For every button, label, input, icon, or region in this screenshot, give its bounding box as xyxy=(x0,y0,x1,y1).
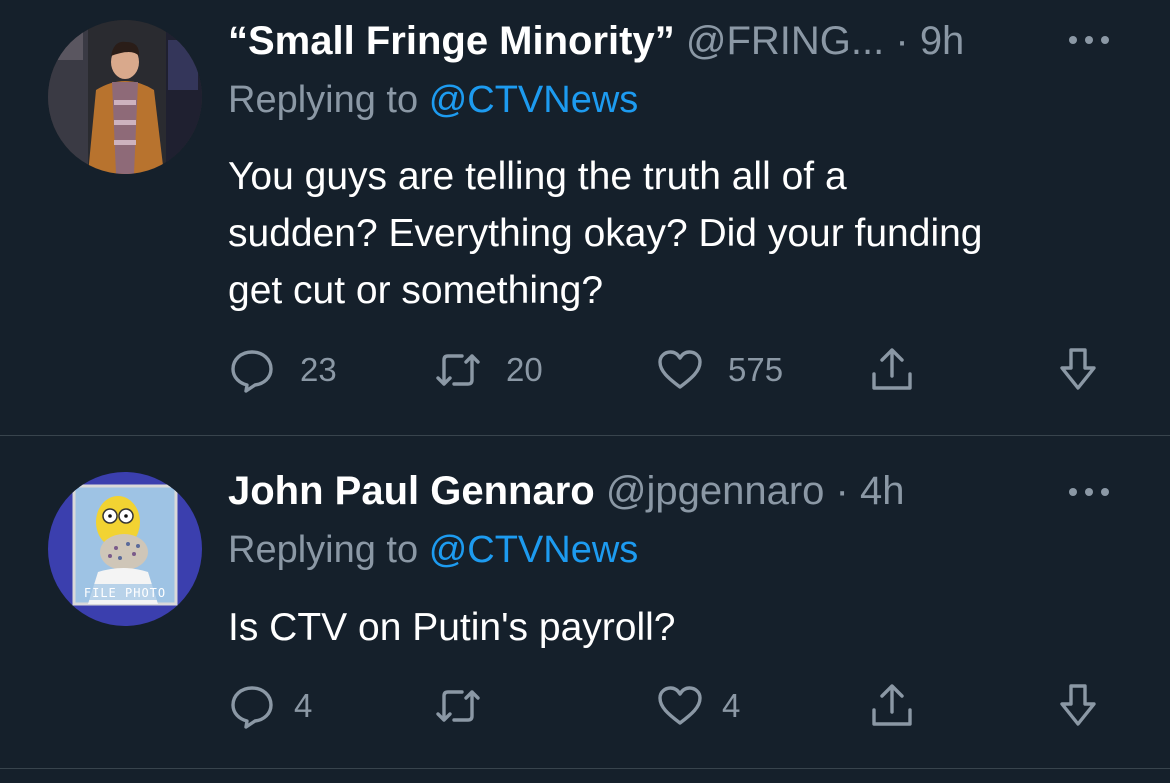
more-icon xyxy=(1069,488,1109,496)
separator: · xyxy=(835,469,849,513)
tweet-feed: “Small Fringe Minority” @FRING... · 9h R… xyxy=(0,0,1170,783)
display-name[interactable]: “Small Fringe Minority” xyxy=(228,19,675,63)
download-icon xyxy=(1060,684,1096,726)
share-icon xyxy=(872,684,912,726)
reply-icon xyxy=(231,350,273,393)
reply-button[interactable]: 4 xyxy=(228,681,312,731)
action-bar: 23 20 575 xyxy=(228,345,1108,395)
replying-to-label: Replying to xyxy=(228,79,419,121)
action-bar: 4 4 xyxy=(228,681,1108,731)
user-handle[interactable]: @FRING... xyxy=(686,19,884,63)
retweet-button[interactable]: 20 xyxy=(434,345,543,395)
tweet-header: John Paul Gennaro @jpgennaro · 4h xyxy=(228,466,1020,516)
share-button[interactable] xyxy=(868,345,916,395)
avatar[interactable] xyxy=(48,20,202,174)
download-button[interactable] xyxy=(1054,345,1102,395)
separator: · xyxy=(895,19,909,63)
like-count: 4 xyxy=(722,687,741,724)
timestamp[interactable]: 9h xyxy=(920,19,965,63)
tweet-text: You guys are telling the truth all of a … xyxy=(228,148,1128,319)
tweet-text-line: You guys are telling the truth all of a xyxy=(228,155,847,198)
share-icon xyxy=(872,348,912,390)
person-in-coat-avatar xyxy=(48,20,202,174)
retweet-icon xyxy=(436,354,480,386)
more-options-button[interactable] xyxy=(1064,482,1114,502)
mention-link[interactable]: @CTVNews xyxy=(429,529,639,571)
more-icon xyxy=(1069,36,1109,44)
retweet-count: 20 xyxy=(506,351,543,388)
avatar[interactable]: FILE PHOTO xyxy=(48,472,202,626)
retweet-button[interactable] xyxy=(434,681,500,731)
tweet[interactable]: “Small Fringe Minority” @FRING... · 9h R… xyxy=(0,0,1170,435)
like-button[interactable]: 575 xyxy=(656,345,783,395)
replying-to: Replying to @CTVNews xyxy=(228,76,638,124)
more-options-button[interactable] xyxy=(1064,30,1114,50)
like-count: 575 xyxy=(728,351,784,388)
reply-count: 23 xyxy=(300,351,337,388)
like-button[interactable]: 4 xyxy=(656,681,740,731)
download-icon xyxy=(1060,348,1096,390)
display-name[interactable]: John Paul Gennaro xyxy=(228,469,595,513)
tweet-text-line: sudden? Everything okay? Did your fundin… xyxy=(228,212,983,255)
replying-to-label: Replying to xyxy=(228,529,419,571)
reply-button[interactable]: 23 xyxy=(228,345,337,395)
replying-to: Replying to @CTVNews xyxy=(228,526,638,574)
cartoon-character-avatar xyxy=(48,472,202,626)
avatar-caption: FILE PHOTO xyxy=(83,586,167,600)
user-handle[interactable]: @jpgennaro xyxy=(606,469,825,513)
divider xyxy=(0,768,1170,769)
like-icon xyxy=(658,686,702,725)
tweet[interactable]: FILE PHOTO John Paul Gennaro @jpgennaro … xyxy=(0,436,1170,768)
retweet-icon xyxy=(436,690,480,722)
reply-count: 4 xyxy=(294,687,313,724)
mention-link[interactable]: @CTVNews xyxy=(429,79,639,121)
like-icon xyxy=(658,350,702,389)
download-button[interactable] xyxy=(1054,681,1102,731)
tweet-header: “Small Fringe Minority” @FRING... · 9h xyxy=(228,16,1020,66)
share-button[interactable] xyxy=(868,681,916,731)
tweet-text-line: get cut or something? xyxy=(228,269,604,312)
tweet-text: Is CTV on Putin's payroll? xyxy=(228,599,1128,656)
tweet-text-line: Is CTV on Putin's payroll? xyxy=(228,606,676,649)
reply-icon xyxy=(231,686,273,729)
timestamp[interactable]: 4h xyxy=(860,469,905,513)
